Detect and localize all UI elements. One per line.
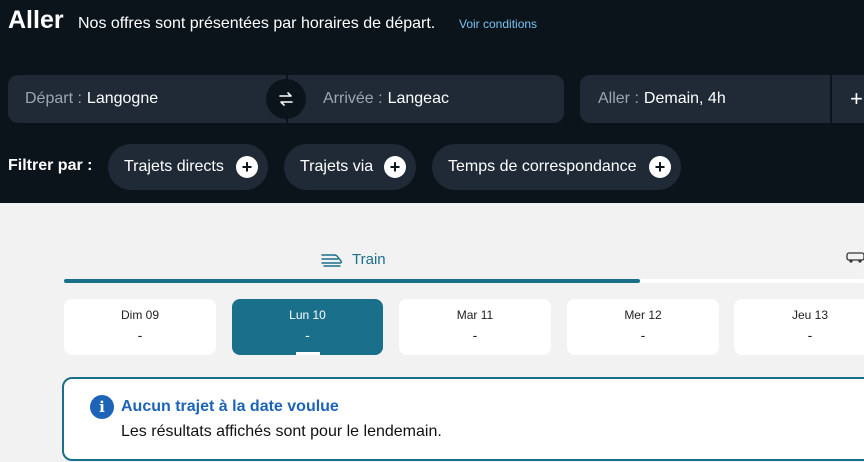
date-label: Aller : xyxy=(598,90,639,107)
page-subtitle: Nos offres sont présentées par horaires … xyxy=(78,15,436,32)
arrival-field[interactable]: Arrivée : Langeac xyxy=(288,75,564,123)
filter-chip-via[interactable]: Trajets via + xyxy=(284,144,416,190)
page-title: Aller xyxy=(8,6,64,34)
day-card-selected[interactable]: Lun 10 - xyxy=(232,299,383,355)
day-price: - xyxy=(137,327,143,343)
train-icon xyxy=(321,254,343,267)
info-icon: i xyxy=(90,395,114,419)
date-field[interactable]: Aller : Demain, 4h xyxy=(580,75,830,123)
day-label: Jeu 13 xyxy=(791,308,829,322)
day-label: Mer 12 xyxy=(624,308,662,322)
filter-chip-label: Trajets directs xyxy=(124,158,224,175)
day-card[interactable]: Dim 09 - xyxy=(64,299,216,355)
filter-label: Filtrer par : xyxy=(8,157,93,174)
day-card[interactable]: Mer 12 - xyxy=(567,299,719,355)
date-value: Demain, 4h xyxy=(643,90,726,107)
filter-chip-label: Trajets via xyxy=(300,158,374,175)
departure-field[interactable]: Départ : Langogne xyxy=(8,75,286,123)
day-price: - xyxy=(472,327,478,343)
plus-icon: + xyxy=(384,156,406,178)
day-label: Mar 11 xyxy=(456,308,494,322)
plus-icon: + xyxy=(649,156,671,178)
day-price: - xyxy=(640,327,646,343)
no-results-notice: i Aucun trajet à la date voulue Les résu… xyxy=(62,377,864,461)
departure-label: Départ : xyxy=(25,90,82,107)
day-price: - xyxy=(807,327,813,343)
selected-underline xyxy=(296,352,320,355)
tab-indicator xyxy=(64,279,640,283)
plus-icon: + xyxy=(236,156,258,178)
tab-train[interactable]: Train xyxy=(320,248,386,270)
filter-chip-connection-time[interactable]: Temps de correspondance + xyxy=(432,144,681,190)
arrival-label: Arrivée : xyxy=(323,90,383,107)
tab-bus[interactable] xyxy=(846,250,864,269)
departure-value: Langogne xyxy=(86,90,159,107)
tab-train-label: Train xyxy=(352,250,386,268)
conditions-link[interactable]: Voir conditions xyxy=(459,17,537,31)
day-label: Dim 09 xyxy=(120,308,159,322)
day-card[interactable]: Jeu 13 - xyxy=(734,299,864,355)
swap-icon xyxy=(279,92,293,106)
swap-button[interactable] xyxy=(266,79,306,119)
day-card[interactable]: Mar 11 - xyxy=(399,299,551,355)
search-header: Aller Nos offres sont présentées par hor… xyxy=(0,0,864,203)
plus-icon: + xyxy=(850,86,863,111)
day-price: - xyxy=(305,327,310,343)
filter-chip-label: Temps de correspondance xyxy=(448,158,637,175)
add-return-button[interactable]: + xyxy=(832,75,864,123)
day-label: Lun 10 xyxy=(289,308,326,322)
filter-chip-direct[interactable]: Trajets directs + xyxy=(108,144,268,190)
bus-icon xyxy=(846,252,864,263)
notice-text: Les résultats affichés sont pour le lend… xyxy=(121,423,442,440)
arrival-value: Langeac xyxy=(387,90,449,107)
notice-title: Aucun trajet à la date voulue xyxy=(121,398,339,415)
